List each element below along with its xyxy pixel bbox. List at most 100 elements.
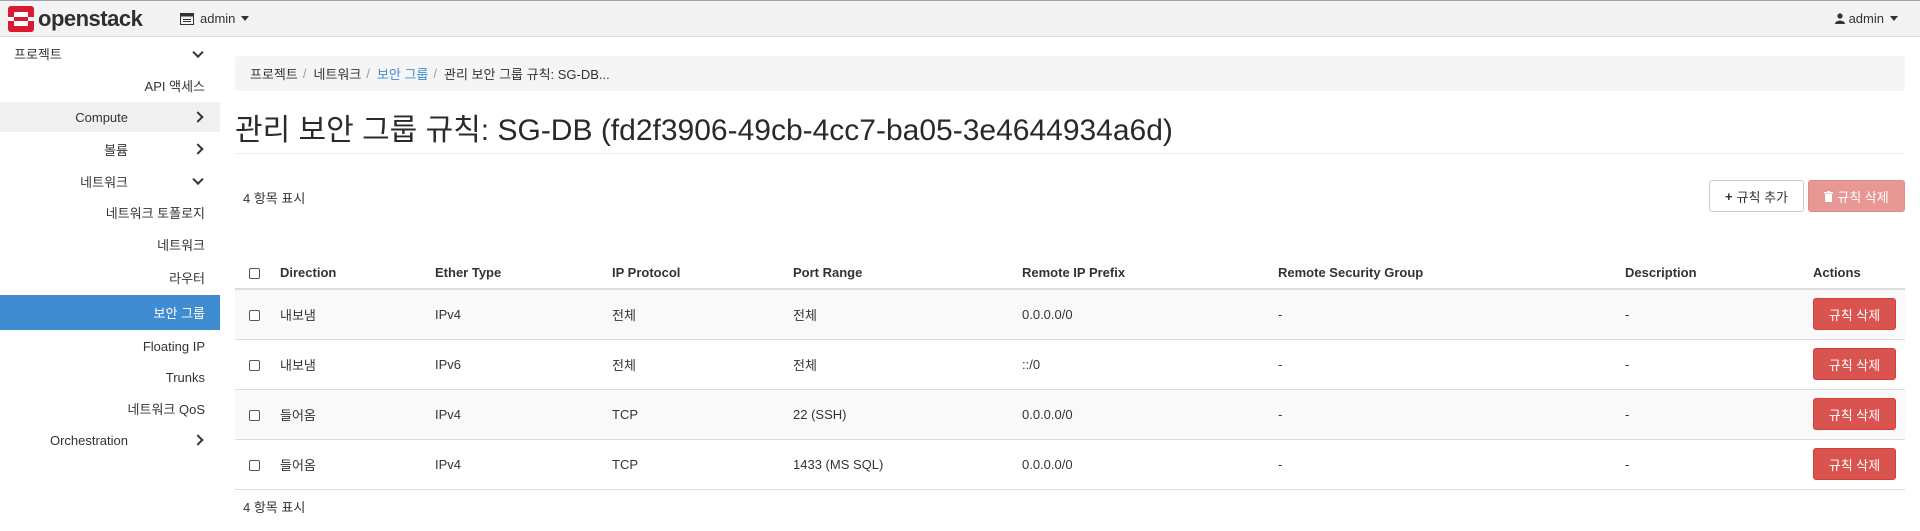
sidebar-item-routers[interactable]: 라우터 bbox=[0, 259, 220, 295]
user-menu[interactable]: admin bbox=[1834, 11, 1898, 26]
cell-ether-type: IPv4 bbox=[435, 439, 612, 490]
trash-icon bbox=[1824, 190, 1837, 202]
cell-direction: 들어옴 bbox=[280, 439, 435, 490]
table-row: 내보냄 IPv6 전체 전체 ::/0 - - 규칙 삭제 bbox=[235, 339, 1905, 390]
breadcrumb-separator: / bbox=[302, 66, 307, 81]
sidebar-item-label: 네트워크 QoS bbox=[127, 401, 205, 417]
table-row: 들어옴 IPv4 TCP 22 (SSH) 0.0.0.0/0 - - 규칙 삭… bbox=[235, 389, 1905, 440]
cell-direction: 들어옴 bbox=[280, 389, 435, 440]
breadcrumb-project[interactable]: 프로젝트 bbox=[250, 64, 298, 83]
plus-icon: + bbox=[1724, 188, 1733, 204]
sidebar-item-networks[interactable]: 네트워크 bbox=[0, 229, 220, 259]
cell-description: - bbox=[1625, 389, 1813, 440]
sidebar-item-label: 네트워크 bbox=[157, 237, 205, 253]
chevron-right-icon bbox=[192, 434, 204, 446]
sidebar-section-project[interactable]: 프로젝트 bbox=[0, 38, 220, 69]
cell-port-range: 22 (SSH) bbox=[793, 389, 1022, 440]
chevron-down-icon bbox=[241, 16, 250, 21]
item-count-top: 4 항목 표시 bbox=[243, 191, 306, 206]
sidebar-item-security-groups[interactable]: 보안 그룹 bbox=[0, 295, 220, 330]
sidebar-item-network-topology[interactable]: 네트워크 토폴로지 bbox=[0, 196, 220, 229]
brand[interactable]: openstack bbox=[8, 6, 143, 32]
row-checkbox[interactable] bbox=[249, 359, 260, 371]
sidebar-item-api-access[interactable]: API 액세스 bbox=[0, 69, 220, 102]
cell-description: - bbox=[1625, 339, 1813, 390]
security-rules-table: Direction Ether Type IP Protocol Port Ra… bbox=[235, 256, 1905, 490]
add-rule-label: 규칙 추가 bbox=[1736, 189, 1789, 205]
column-header[interactable]: Remote Security Group bbox=[1278, 256, 1625, 290]
sidebar-item-volumes[interactable]: 볼륨 bbox=[0, 132, 220, 166]
sidebar-item-label: Compute bbox=[75, 109, 128, 125]
column-header[interactable]: Ether Type bbox=[435, 256, 612, 290]
delete-rule-button[interactable]: 규칙 삭제 bbox=[1813, 348, 1896, 380]
sidebar-item-label: Trunks bbox=[165, 370, 205, 385]
sidebar-item-network-qos[interactable]: 네트워크 QoS bbox=[0, 393, 220, 423]
delete-rule-button[interactable]: 규칙 삭제 bbox=[1813, 298, 1896, 331]
column-header[interactable]: Remote IP Prefix bbox=[1022, 256, 1278, 290]
sidebar-item-label: 보안 그룹 bbox=[153, 306, 205, 321]
sidebar-item-trunks[interactable]: Trunks bbox=[0, 362, 220, 393]
sidebar-item-label: 네트워크 bbox=[80, 174, 128, 190]
cell-remote-group: - bbox=[1278, 339, 1625, 390]
project-icon bbox=[180, 12, 200, 25]
breadcrumb: 프로젝트 / 네트워크 / 보안 그룹 / 관리 보안 그룹 규칙: SG-DB… bbox=[235, 56, 1905, 91]
chevron-down-icon bbox=[1890, 16, 1898, 21]
brand-name: openstack bbox=[38, 6, 143, 31]
sidebar-item-compute[interactable]: Compute bbox=[0, 102, 220, 132]
column-header[interactable]: IP Protocol bbox=[612, 256, 793, 290]
chevron-right-icon bbox=[192, 111, 204, 123]
breadcrumb-separator: / bbox=[366, 66, 370, 81]
row-checkbox[interactable] bbox=[249, 459, 260, 471]
sidebar: 프로젝트 API 액세스 Compute 볼륨 네트워크 네트워크 토폴로지 네… bbox=[0, 38, 220, 531]
column-header[interactable]: Direction bbox=[280, 256, 435, 290]
top-navbar: openstack admin admin bbox=[0, 0, 1920, 37]
cell-remote-group: - bbox=[1278, 389, 1625, 440]
sidebar-item-label: 라우터 bbox=[169, 270, 205, 286]
column-header[interactable]: Port Range bbox=[793, 256, 1022, 290]
cell-direction: 내보냄 bbox=[280, 339, 435, 390]
user-icon bbox=[1834, 13, 1849, 24]
delete-rule-button[interactable]: 규칙 삭제 bbox=[1813, 448, 1896, 480]
item-count-bottom: 4 항목 표시 bbox=[243, 500, 306, 515]
row-checkbox[interactable] bbox=[249, 409, 260, 421]
cell-direction: 내보냄 bbox=[280, 289, 435, 340]
table-row: 들어옴 IPv4 TCP 1433 (MS SQL) 0.0.0.0/0 - -… bbox=[235, 439, 1905, 490]
project-name: admin bbox=[200, 11, 236, 26]
cell-description: - bbox=[1625, 439, 1813, 490]
chevron-right-icon bbox=[192, 143, 204, 155]
table-row: 내보냄 IPv4 전체 전체 0.0.0.0/0 - - 규칙 삭제 bbox=[235, 289, 1905, 340]
user-name: admin bbox=[1848, 11, 1884, 26]
cell-ether-type: IPv6 bbox=[435, 339, 612, 390]
sidebar-item-label: 프로젝트 bbox=[14, 47, 62, 62]
breadcrumb-security-groups[interactable]: 보안 그룹 bbox=[377, 64, 428, 83]
breadcrumb-network[interactable]: 네트워크 bbox=[313, 64, 361, 83]
table-header-row: Direction Ether Type IP Protocol Port Ra… bbox=[235, 256, 1905, 290]
column-header[interactable]: Description bbox=[1625, 256, 1813, 290]
sidebar-item-label: API 액세스 bbox=[144, 79, 205, 94]
divider bbox=[235, 153, 1905, 154]
cell-port-range: 전체 bbox=[793, 339, 1022, 390]
delete-rules-label: 규칙 삭제 bbox=[1837, 189, 1889, 205]
sidebar-item-network-group[interactable]: 네트워크 bbox=[0, 166, 220, 196]
breadcrumb-separator: / bbox=[433, 66, 438, 81]
column-header: Actions bbox=[1813, 256, 1905, 290]
cell-remote-ip: 0.0.0.0/0 bbox=[1022, 389, 1278, 440]
sidebar-item-orchestration[interactable]: Orchestration bbox=[0, 423, 220, 457]
project-switcher[interactable]: admin bbox=[180, 11, 250, 26]
add-rule-button[interactable]: + 규칙 추가 bbox=[1709, 180, 1804, 212]
sidebar-item-floating-ip[interactable]: Floating IP bbox=[0, 330, 220, 362]
cell-description: - bbox=[1625, 289, 1813, 340]
delete-rules-button[interactable]: 규칙 삭제 bbox=[1808, 180, 1905, 212]
cell-remote-ip: 0.0.0.0/0 bbox=[1022, 289, 1278, 340]
cell-remote-group: - bbox=[1278, 289, 1625, 340]
openstack-logo-icon bbox=[8, 6, 34, 32]
select-all-checkbox[interactable] bbox=[249, 267, 260, 279]
cell-ether-type: IPv4 bbox=[435, 289, 612, 340]
row-checkbox[interactable] bbox=[249, 309, 260, 321]
cell-protocol: TCP bbox=[612, 439, 793, 490]
delete-rule-button[interactable]: 규칙 삭제 bbox=[1813, 398, 1896, 430]
cell-port-range: 1433 (MS SQL) bbox=[793, 439, 1022, 490]
sidebar-item-label: Orchestration bbox=[49, 432, 128, 448]
cell-protocol: 전체 bbox=[612, 339, 793, 390]
chevron-down-icon bbox=[192, 173, 204, 186]
